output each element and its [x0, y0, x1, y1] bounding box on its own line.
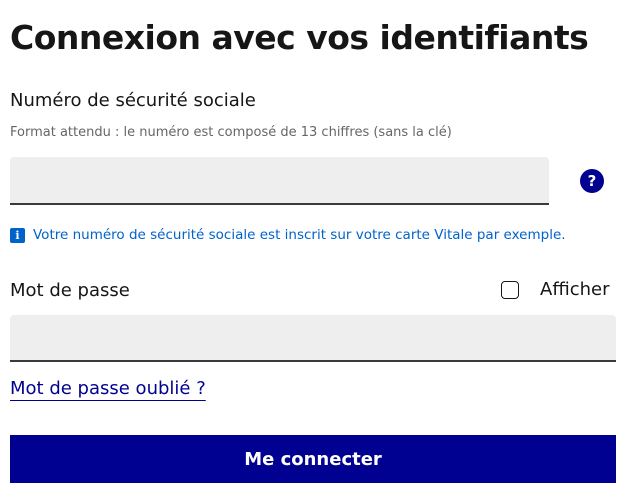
help-icon[interactable]: ?	[580, 169, 604, 193]
forgot-password-link[interactable]: Mot de passe oublié ?	[10, 378, 206, 399]
page-title: Connexion avec vos identifiants	[10, 18, 589, 57]
show-password-checkbox[interactable]	[501, 280, 519, 299]
nir-hint: Format attendu : le numéro est composé d…	[10, 125, 452, 140]
password-label: Mot de passe	[10, 280, 130, 301]
nir-label: Numéro de sécurité sociale	[10, 90, 256, 111]
show-password-toggle[interactable]: Afficher	[501, 279, 610, 300]
password-input[interactable]	[10, 315, 616, 362]
nir-input[interactable]	[10, 157, 549, 205]
info-icon: i	[10, 227, 25, 243]
nir-info-text: Votre numéro de sécurité sociale est ins…	[33, 227, 566, 243]
show-password-label: Afficher	[540, 279, 610, 300]
nir-info-message: i Votre numéro de sécurité sociale est i…	[10, 227, 566, 243]
login-button[interactable]: Me connecter	[10, 435, 616, 483]
